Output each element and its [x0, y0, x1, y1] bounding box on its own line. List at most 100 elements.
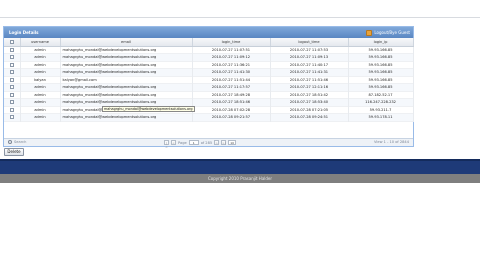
cell-login-time: 2010-07-27 18:51:46	[192, 98, 271, 106]
cell-email: mahagrghu_mondal@webdevelopmentsolutions…	[60, 53, 193, 61]
table-row[interactable]: adminmahagrghu_mondal@webdevelopmentsolu…	[4, 46, 414, 54]
cell-logout-time: 2010-07-27 11:07:53	[270, 46, 349, 54]
cell-logout-time: 2010-07-27 11:41:31	[270, 68, 349, 76]
cell-username: admin	[20, 61, 61, 69]
page-input[interactable]: 1	[188, 140, 199, 145]
cell-logout-time: 2010-07-27 11:09:13	[270, 53, 349, 61]
page-of-label: of 285	[200, 140, 213, 145]
cell-login-ip: 59.93.166.85	[348, 76, 414, 84]
first-page-icon[interactable]: |<	[164, 140, 169, 149]
cell-logout-time: 2010-07-27 18:53:40	[270, 98, 349, 106]
delete-button[interactable]: Delete	[4, 148, 24, 156]
table-row[interactable]: adminmahagrghu_mondal@webdevelopmentsolu…	[4, 98, 414, 106]
cell-username: admin	[20, 91, 61, 99]
cell-email: mahagrghu_mondal@webdevelopmentsolutions…	[60, 91, 193, 99]
table-row[interactable]: adminmahagrghu_mondal@webdevelopmentsolu…	[4, 61, 414, 69]
cell-login-ip: 59.93.211.7	[348, 106, 414, 114]
cell-username: admin	[20, 98, 61, 106]
cell-email: kalyan@gmail.com	[60, 76, 193, 84]
cell-login-time: 2010-07-27 11:09:12	[192, 53, 271, 61]
row-checkbox[interactable]	[9, 100, 14, 105]
cell-login-ip: 87.182.52.17	[348, 91, 414, 99]
pager-nav: |< < Page 1 of 285 > >| 10	[164, 140, 237, 149]
cell-username: admin	[20, 53, 61, 61]
row-checkbox[interactable]	[9, 47, 14, 52]
cell-login-time: 2010-07-27 18:49:28	[192, 91, 271, 99]
cell-login-ip: 59.93.166.85	[348, 46, 414, 54]
cell-login-time: 2010-07-27 11:07:51	[192, 46, 271, 54]
search-icon	[8, 140, 12, 144]
table-row[interactable]: adminmahagrghu_mondal@webdevelopmentsolu…	[4, 68, 414, 76]
column-header-email[interactable]: email	[60, 38, 193, 47]
cell-username: admin	[20, 113, 61, 121]
cell-login-time: 2010-07-27 11:51:44	[192, 76, 271, 84]
cell-email: mahagrghu_mondal@webdevelopmentsolutions…	[60, 46, 193, 54]
cell-login-ip: 116.247.228.232	[348, 98, 414, 106]
cell-login-ip: 59.93.166.85	[348, 68, 414, 76]
rows-per-page-select[interactable]: 10	[228, 140, 237, 145]
column-header-login-ip[interactable]: login_ip	[348, 38, 414, 47]
cell-email: mahagrghu_mondal@webdevelopmentsolutions…	[60, 113, 193, 121]
select-all-checkbox-cell[interactable]	[4, 38, 21, 47]
panel-title: Login Details	[9, 30, 39, 35]
row-checkbox[interactable]	[9, 107, 14, 112]
select-all-checkbox[interactable]	[9, 39, 14, 44]
row-checkbox[interactable]	[9, 77, 14, 82]
cell-logout-time: 2010-07-27 18:51:42	[270, 91, 349, 99]
cell-username: admin	[20, 68, 61, 76]
cell-email: mahagrghu_mondal@webdevelopmentsolutions…	[60, 68, 193, 76]
table-row[interactable]: adminmahagrghu_mondal@webdevelopmentsolu…	[4, 91, 414, 99]
cell-username: kalyan	[20, 76, 61, 84]
cell-login-ip: 59.93.166.85	[348, 53, 414, 61]
search-button[interactable]: Search	[8, 140, 26, 144]
cell-username: admin	[20, 106, 61, 114]
logout-icon	[366, 29, 373, 36]
cell-email: mahagrghu_mondal@webdevelopmentsolutions…	[60, 61, 193, 69]
cell-email: mahagrghu_mondal@webdevelopmentsolutions…	[60, 98, 193, 106]
table-row[interactable]: kalyan kalyan@gmail.com 2010-07-27 11:51:4…	[4, 76, 414, 84]
row-checkbox[interactable]	[9, 85, 14, 90]
cell-logout-time: 2010-07-27 11:51:46	[270, 76, 349, 84]
table-row[interactable]: admin mahagrghu_mondal@webdevelopmentsolu…	[4, 106, 414, 114]
column-header-logout-time[interactable]: logout_time	[270, 38, 349, 47]
cell-login-time: 2010-07-27 11:41:30	[192, 68, 271, 76]
row-checkbox[interactable]	[9, 70, 14, 75]
cell-username: admin	[20, 46, 61, 54]
logout-label: Logout/Bye Guest	[374, 30, 410, 35]
row-checkbox[interactable]	[9, 62, 14, 67]
login-table: username email login_time logout_time lo…	[4, 38, 414, 122]
logout-button[interactable]: Logout/Bye Guest	[366, 28, 410, 37]
copyright-text: Copyright 2010 Prasanjit Halder	[0, 174, 480, 183]
column-header-username[interactable]: username	[20, 38, 61, 47]
row-checkbox[interactable]	[9, 55, 14, 60]
next-page-icon[interactable]: >	[214, 140, 220, 145]
table-row[interactable]: adminmahagrghu_mondal@webdevelopmentsolu…	[4, 83, 414, 91]
footer-bar	[0, 159, 480, 174]
cell-logout-time: 2010-07-28 07:21:05	[270, 106, 349, 114]
cell-email: mahagrghu_mondal@webdevelopmentsolutions…	[60, 83, 193, 91]
last-page-icon[interactable]: >|	[221, 140, 227, 145]
cell-login-ip: 59.93.178.11	[348, 113, 414, 121]
pager-info: View 1 - 10 of 2844	[373, 140, 409, 144]
pager-bar: Search |< < Page 1 of 285 > >| 10 View 1…	[4, 138, 413, 149]
email-tooltip: mahagrghu_mondal@webdevelopmentsolutions…	[102, 106, 195, 112]
cell-login-time: 2010-07-27 11:17:57	[192, 83, 271, 91]
page-label: Page	[178, 140, 187, 145]
cell-login-time: 2010-07-28 09:21:57	[192, 113, 271, 121]
cell-logout-time: 2010-07-27 11:40:17	[270, 61, 349, 69]
panel-header: Login Details Logout/Bye Guest	[4, 27, 413, 38]
cell-logout-time: 2010-07-28 09:24:51	[270, 113, 349, 121]
table-row[interactable]: adminmahagrghu_mondal@webdevelopmentsolu…	[4, 113, 414, 121]
column-header-login-time[interactable]: login_time	[192, 38, 271, 47]
row-checkbox[interactable]	[9, 92, 14, 97]
row-checkbox[interactable]	[9, 115, 14, 120]
search-label: Search	[14, 140, 27, 144]
table-row[interactable]: adminmahagrghu_mondal@webdevelopmentsolu…	[4, 53, 414, 61]
cell-login-ip: 59.93.166.85	[348, 61, 414, 69]
cell-login-time: 2010-07-28 07:02:28	[192, 106, 271, 114]
prev-page-icon[interactable]: <	[171, 140, 176, 145]
login-details-panel: Login Details Logout/Bye Guest username …	[3, 26, 414, 149]
top-bar	[0, 0, 480, 18]
table-header-row: username email login_time logout_time lo…	[4, 38, 414, 47]
cell-logout-time: 2010-07-27 12:11:16	[270, 83, 349, 91]
